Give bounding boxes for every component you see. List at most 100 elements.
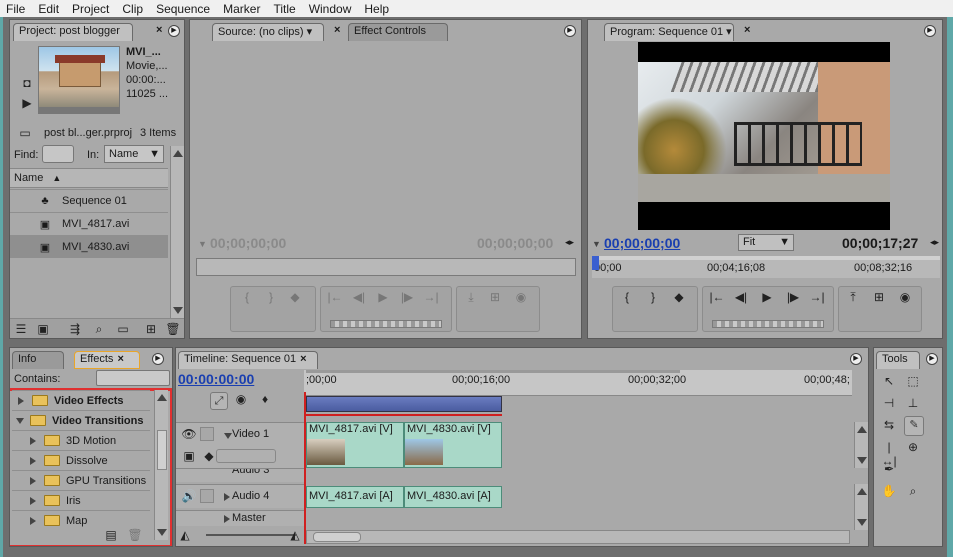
marker-icon[interactable]: ◆ bbox=[286, 290, 304, 304]
menu-item-marker[interactable]: Marker bbox=[217, 2, 267, 16]
mark-out-icon[interactable]: } bbox=[262, 290, 280, 304]
tab-effects[interactable]: Effects × bbox=[74, 351, 140, 369]
export-frame-icon[interactable]: ◉ bbox=[512, 290, 530, 304]
mark-out-icon[interactable]: } bbox=[644, 290, 662, 304]
audio-clip[interactable]: MVI_4817.avi [A] bbox=[306, 486, 404, 508]
new-bin-icon[interactable]: ▤ bbox=[102, 528, 120, 542]
timeline-audio-scrollbar[interactable] bbox=[854, 484, 868, 530]
jog-shuttle[interactable] bbox=[712, 320, 824, 328]
collapse-icon[interactable] bbox=[224, 433, 232, 439]
source-current-time[interactable]: 00;00;00;00 bbox=[210, 235, 286, 251]
new-bin-icon[interactable]: ▭ bbox=[114, 322, 132, 336]
mark-in-icon[interactable]: { bbox=[618, 290, 636, 304]
project-item[interactable]: ♣ Sequence 01 bbox=[10, 189, 168, 212]
name-column-header[interactable]: Name ▲ bbox=[10, 168, 168, 188]
effects-tree-item[interactable]: 3D Motion bbox=[12, 430, 150, 450]
collapse-icon[interactable] bbox=[16, 417, 24, 424]
effects-tree-item[interactable]: Map bbox=[12, 510, 150, 530]
tab-tools[interactable]: Tools bbox=[876, 351, 920, 369]
effects-tree-item[interactable]: Dissolve bbox=[12, 450, 150, 470]
step-back-icon[interactable]: ◀| bbox=[350, 290, 368, 304]
keyframe-nav[interactable] bbox=[216, 449, 276, 463]
expand-icon[interactable] bbox=[224, 515, 230, 523]
zoom-tool-icon[interactable]: ⌕ bbox=[904, 484, 922, 499]
expand-icon[interactable]: ◂▸ bbox=[930, 237, 939, 248]
selection-tool-icon[interactable]: ↖ bbox=[880, 374, 898, 388]
panel-menu-icon[interactable]: ▶ bbox=[926, 353, 938, 365]
zoom-out-icon[interactable]: ◭ bbox=[176, 528, 194, 542]
expand-icon[interactable] bbox=[30, 436, 36, 445]
audio-clip[interactable]: MVI_4830.avi [A] bbox=[404, 486, 502, 508]
lift-icon[interactable]: ⤒ bbox=[844, 290, 862, 305]
marker-icon[interactable]: ◉ bbox=[232, 392, 250, 406]
zoom-slider[interactable] bbox=[206, 534, 296, 536]
go-to-in-icon[interactable]: |← bbox=[326, 290, 344, 304]
trash-icon[interactable]: 🗑 bbox=[164, 322, 182, 336]
zoom-in-icon[interactable]: ◭ bbox=[286, 528, 304, 542]
expand-icon[interactable] bbox=[30, 456, 36, 465]
hand-tool-icon[interactable]: ✋ bbox=[880, 484, 898, 498]
menu-item-title[interactable]: Title bbox=[267, 2, 302, 16]
panel-menu-icon[interactable]: ▶ bbox=[168, 25, 180, 37]
program-current-time[interactable]: 00;00;00;00 bbox=[604, 235, 680, 251]
menu-item-sequence[interactable]: Sequence bbox=[150, 2, 217, 16]
tab-info[interactable]: Info bbox=[12, 351, 64, 369]
tab-program[interactable]: Program: Sequence 01 ▾ bbox=[604, 23, 734, 41]
program-time-ruler[interactable]: 00;00 00;04;16;08 00;08;32;16 bbox=[592, 256, 940, 278]
panel-menu-icon[interactable]: ▶ bbox=[924, 25, 936, 37]
step-back-icon[interactable]: ◀| bbox=[732, 290, 750, 304]
play-icon[interactable]: ▶ bbox=[374, 290, 392, 304]
timeline-current-time[interactable]: 00:00:00:00 bbox=[178, 371, 254, 387]
expand-icon[interactable] bbox=[30, 496, 36, 505]
timeline-ruler[interactable]: ;00;00 00;00;16;00 00;00;32;00 00;00;48; bbox=[304, 370, 852, 396]
close-icon[interactable]: × bbox=[334, 24, 340, 36]
speaker-icon[interactable]: 🔊 bbox=[180, 489, 198, 503]
new-item-icon[interactable]: ⊞ bbox=[142, 322, 160, 336]
slide-tool-icon[interactable]: ⊕ bbox=[904, 440, 922, 454]
panel-menu-icon[interactable]: ▶ bbox=[152, 353, 164, 365]
zoom-dropdown[interactable]: Fit ▼ bbox=[738, 234, 794, 251]
effects-scrollbar[interactable] bbox=[154, 390, 168, 540]
track-select-tool-icon[interactable]: ⬚ bbox=[904, 374, 922, 388]
source-time-ruler[interactable] bbox=[196, 258, 576, 276]
go-to-out-icon[interactable]: →| bbox=[808, 290, 826, 304]
play-icon[interactable]: ▶ bbox=[18, 96, 36, 110]
menu-item-help[interactable]: Help bbox=[358, 2, 396, 16]
expand-icon[interactable]: ◂▸ bbox=[565, 237, 574, 248]
overlay-icon[interactable]: ⊞ bbox=[486, 290, 504, 304]
panel-menu-icon[interactable]: ▶ bbox=[850, 353, 862, 365]
close-icon[interactable]: × bbox=[300, 353, 306, 365]
extract-icon[interactable]: ⊞ bbox=[870, 290, 888, 304]
razor-tool-icon[interactable]: ✎ bbox=[904, 416, 924, 436]
menu-item-edit[interactable]: Edit bbox=[32, 2, 66, 16]
go-to-out-icon[interactable]: →| bbox=[422, 290, 440, 304]
jog-shuttle[interactable] bbox=[330, 320, 442, 328]
menu-item-file[interactable]: File bbox=[0, 2, 32, 16]
ripple-edit-tool-icon[interactable]: ⊣ bbox=[880, 396, 898, 410]
export-frame-icon[interactable]: ◉ bbox=[896, 290, 914, 304]
snap-button[interactable]: ⤢ bbox=[210, 392, 228, 410]
track-lock-toggle[interactable] bbox=[200, 427, 214, 441]
expand-icon[interactable] bbox=[30, 516, 36, 525]
find-icon[interactable]: ⌕ bbox=[90, 322, 108, 337]
icon-view-icon[interactable]: ▣ bbox=[34, 322, 52, 336]
timeline-h-scrollbar[interactable] bbox=[306, 530, 850, 544]
rate-stretch-tool-icon[interactable]: ⇆ bbox=[880, 418, 898, 432]
project-item[interactable]: ▣ MVI_4830.avi bbox=[10, 235, 168, 258]
poster-frame-icon[interactable]: ◘ bbox=[18, 76, 36, 90]
panel-menu-icon[interactable]: ▶ bbox=[564, 25, 576, 37]
tab-effect-controls[interactable]: Effect Controls bbox=[348, 23, 448, 41]
sequence-marker-icon[interactable]: ♦ bbox=[256, 392, 274, 406]
expand-icon[interactable] bbox=[18, 396, 24, 405]
project-scrollbar[interactable] bbox=[170, 146, 184, 318]
close-icon[interactable]: × bbox=[744, 24, 750, 36]
trash-icon[interactable]: 🗑 bbox=[126, 528, 144, 542]
contains-input[interactable] bbox=[96, 370, 170, 386]
tab-timeline[interactable]: Timeline: Sequence 01 × bbox=[178, 351, 318, 369]
menu-item-clip[interactable]: Clip bbox=[116, 2, 150, 16]
playhead[interactable] bbox=[592, 256, 599, 270]
video-clip[interactable]: MVI_4817.avi [V] bbox=[306, 422, 404, 468]
expand-icon[interactable] bbox=[30, 476, 36, 485]
go-to-in-icon[interactable]: |← bbox=[708, 290, 726, 304]
close-icon[interactable]: × bbox=[156, 24, 162, 36]
